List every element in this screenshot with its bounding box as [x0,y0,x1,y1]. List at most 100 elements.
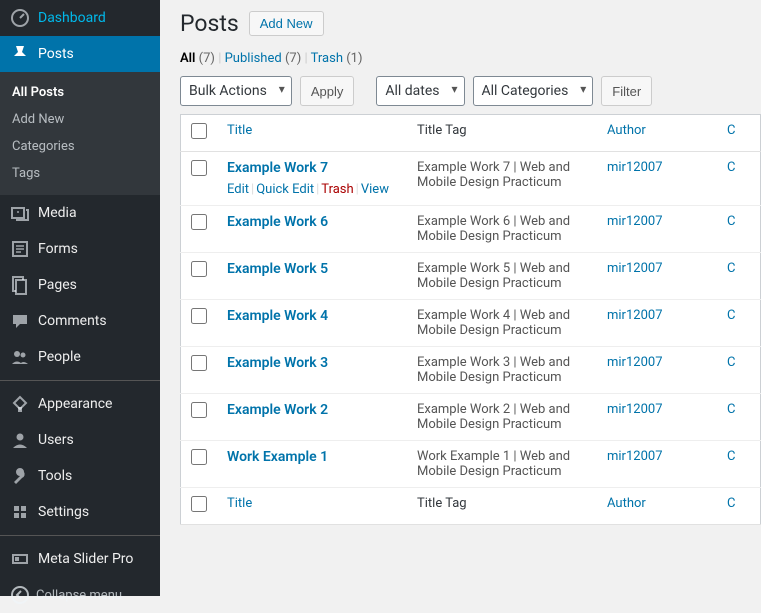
col-title-footer[interactable]: Title [227,496,252,511]
sidebar-item-settings[interactable]: Settings [0,494,160,530]
sidebar-item-meta-slider-pro[interactable]: Meta Slider Pro [0,541,160,577]
sidebar-item-label: Tools [38,468,72,484]
page-title: Posts [180,10,239,37]
post-title-link[interactable]: Example Work 7 [227,160,328,176]
sidebar-item-forms[interactable]: Forms [0,231,160,267]
title-tag-text: Work Example 1 | Web and Mobile Design P… [417,449,570,479]
row-checkbox[interactable] [191,214,207,230]
sidebar-item-tools[interactable]: Tools [0,458,160,494]
select-all-checkbox[interactable] [191,123,207,139]
select-all-checkbox-footer[interactable] [191,496,207,512]
collapse-icon [10,585,30,605]
posts-table: Title Title Tag Author C Example Work 7 E… [180,114,761,525]
filter-all-count: (7) [199,51,215,66]
title-tag-text: Example Work 6 | Web and Mobile Design P… [417,214,570,244]
media-icon [10,203,30,223]
table-row: Example Work 7Edit|Quick Edit|Trash|View… [181,152,761,206]
sidebar-item-pages[interactable]: Pages [0,267,160,303]
settings-icon [10,502,30,522]
col-author-header[interactable]: Author [607,123,646,138]
table-row: Example Work 2Example Work 2 | Web and M… [181,394,761,441]
author-link[interactable]: mir12007 [607,214,663,229]
col-titletag-header: Title Tag [407,115,597,152]
table-row: Example Work 4Example Work 4 | Web and M… [181,300,761,347]
page-header: Posts Add New [180,10,761,37]
filter-all-link[interactable]: All [180,51,195,66]
author-link[interactable]: mir12007 [607,355,663,370]
sidebar-item-label: People [38,349,81,365]
filter-published-count: (7) [285,51,301,66]
submenu-item-tags[interactable]: Tags [0,160,160,187]
sidebar-item-users[interactable]: Users [0,422,160,458]
author-link[interactable]: mir12007 [607,160,663,175]
cut-cell[interactable]: C [727,355,735,370]
cut-cell[interactable]: C [727,449,735,464]
apply-button[interactable]: Apply [300,76,355,106]
users-icon [10,430,30,450]
table-row: Example Work 3Example Work 3 | Web and M… [181,347,761,394]
row-checkbox[interactable] [191,160,207,176]
cut-cell[interactable]: C [727,261,735,276]
bulk-actions-select[interactable]: Bulk Actions [180,76,292,106]
quick-edit-link[interactable]: Quick Edit [256,182,314,197]
trash-link[interactable]: Trash [321,182,353,197]
pin-icon [10,44,30,64]
comments-icon [10,311,30,331]
row-checkbox[interactable] [191,261,207,277]
people-icon [10,347,30,367]
table-nav: Bulk Actions Apply All dates All Categor… [180,76,761,106]
sidebar-item-appearance[interactable]: Appearance [0,386,160,422]
sidebar-item-posts[interactable]: Posts [0,36,160,72]
row-checkbox[interactable] [191,449,207,465]
author-link[interactable]: mir12007 [607,449,663,464]
filter-trash-count: (1) [346,51,362,66]
collapse-menu-button[interactable]: Collapse menu [0,577,160,613]
main-content: Posts Add New All (7) | Published (7) | … [160,0,761,596]
sidebar-item-label: Meta Slider Pro [38,551,133,567]
add-new-button[interactable]: Add New [249,11,324,36]
dashboard-icon [10,8,30,28]
cut-cell[interactable]: C [727,160,735,175]
author-link[interactable]: mir12007 [607,308,663,323]
filter-button[interactable]: Filter [601,76,652,106]
sidebar-item-label: Forms [38,241,78,257]
sidebar-item-label: Settings [38,504,89,520]
post-title-link[interactable]: Example Work 6 [227,214,328,230]
row-checkbox[interactable] [191,355,207,371]
table-row: Work Example 1 Work Example 1 | Web and M… [181,441,761,488]
edit-link[interactable]: Edit [227,182,249,197]
categories-select[interactable]: All Categories [473,76,594,106]
col-title-header[interactable]: Title [227,123,252,138]
post-title-link[interactable]: Example Work 3 [227,355,328,371]
row-checkbox[interactable] [191,308,207,324]
filter-trash-link[interactable]: Trash [311,51,343,66]
tools-icon [10,466,30,486]
dates-select[interactable]: All dates [376,76,464,106]
col-cut-header: C [727,123,735,138]
col-author-footer[interactable]: Author [607,496,646,511]
post-title-link[interactable]: Example Work 2 [227,402,328,418]
sidebar-item-people[interactable]: People [0,339,160,375]
cut-cell[interactable]: C [727,308,735,323]
submenu-item-categories[interactable]: Categories [0,133,160,160]
admin-sidebar: DashboardPostsAll PostsAdd NewCategories… [0,0,160,596]
post-title-link[interactable]: Example Work 5 [227,261,328,277]
table-row: Example Work 6 Example Work 6 | Web and M… [181,206,761,253]
cut-cell[interactable]: C [727,402,735,417]
view-link[interactable]: View [361,182,389,197]
filter-published-link[interactable]: Published [225,51,282,66]
submenu-item-add-new[interactable]: Add New [0,106,160,133]
sidebar-item-dashboard[interactable]: Dashboard [0,0,160,36]
author-link[interactable]: mir12007 [607,261,663,276]
post-title-link[interactable]: Example Work 4 [227,308,328,324]
row-checkbox[interactable] [191,402,207,418]
submenu-item-all-posts[interactable]: All Posts [0,79,160,106]
post-title-link[interactable]: Work Example 1 [227,449,328,465]
sidebar-item-media[interactable]: Media [0,195,160,231]
cut-cell[interactable]: C [727,214,735,229]
submenu: All PostsAdd NewCategoriesTags [0,72,160,195]
pages-icon [10,275,30,295]
sidebar-item-comments[interactable]: Comments [0,303,160,339]
sidebar-item-label: Users [38,432,74,448]
author-link[interactable]: mir12007 [607,402,663,417]
